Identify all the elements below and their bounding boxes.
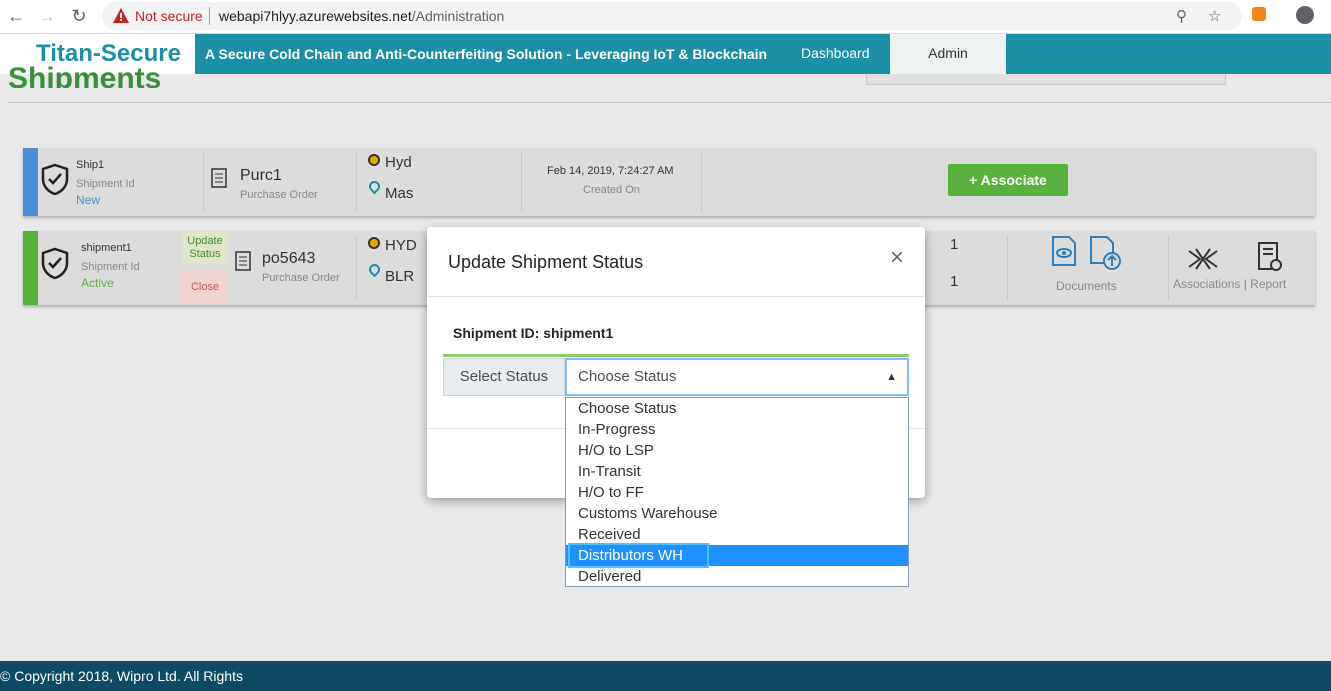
star-icon[interactable]: ☆ [1208, 7, 1221, 25]
associate-button[interactable]: + Associate [948, 164, 1068, 196]
status-select[interactable]: Choose Status ▲ [565, 358, 909, 396]
shield-icon [41, 247, 69, 279]
update-status-button[interactable]: Update Status [182, 232, 228, 264]
forward-icon[interactable]: → [37, 6, 57, 26]
divider [356, 235, 357, 301]
shipment-card: Ship1 Shipment Id New Purc1 Purchase Ord… [23, 148, 1315, 216]
status-option[interactable]: Customs Warehouse [566, 503, 908, 524]
documents-label: Documents [1056, 279, 1117, 293]
shield-icon [41, 163, 69, 195]
shipment-id-label: Shipment Id [76, 178, 135, 190]
divider [701, 152, 702, 212]
key-icon[interactable]: ⚲ [1176, 7, 1187, 25]
select-status-label: Select Status [443, 358, 565, 396]
status-bar [23, 148, 38, 216]
status-option[interactable]: Delivered [566, 566, 908, 587]
origin: HYD [385, 237, 417, 254]
divider [203, 152, 204, 212]
created-label: Created On [583, 184, 640, 196]
document-icon [211, 168, 227, 188]
shipment-id: shipment1 [81, 242, 132, 254]
status-option[interactable]: H/O to FF [566, 482, 908, 503]
origin-pin-icon [368, 237, 380, 249]
destination-pin-icon [366, 178, 383, 195]
focus-ring [568, 543, 709, 568]
upload-document-icon[interactable] [1088, 235, 1122, 271]
status-dropdown-list: Choose Status In-Progress H/O to LSP In-… [565, 397, 909, 587]
status-option[interactable]: In-Transit [566, 461, 908, 482]
status-badge: New [76, 193, 101, 207]
close-shipment-button[interactable]: Close [182, 270, 228, 304]
divider [1168, 235, 1169, 301]
status-badge: Active [81, 276, 114, 290]
modal-title: Update Shipment Status [448, 252, 644, 272]
select-arrows-icon: ▲ [886, 371, 897, 383]
nav-dashboard[interactable]: Dashboard [801, 45, 870, 61]
report-icon[interactable] [1256, 241, 1284, 273]
origin-pin-icon [368, 154, 380, 166]
purchase-order-label: Purchase Order [262, 272, 340, 284]
purchase-order: po5643 [262, 250, 316, 267]
destination-pin-icon [366, 261, 383, 278]
purchase-order: Purc1 [240, 167, 282, 184]
associations-report-label: Associations | Report [1173, 277, 1287, 291]
status-option-highlighted[interactable]: Distributors WH [566, 543, 908, 568]
shipment-id: Ship1 [76, 159, 105, 171]
divider [8, 102, 1331, 103]
status-option[interactable]: Choose Status [566, 398, 908, 419]
extension-icon[interactable] [1252, 7, 1266, 21]
address-bar[interactable]: Not secure webapi7hlyy.azurewebsites.net… [102, 2, 1242, 30]
nav-admin[interactable]: Admin [890, 34, 1006, 74]
associations-icon[interactable] [1186, 245, 1220, 273]
status-option[interactable]: Received [566, 524, 908, 545]
app-header: Titan-Secure A Secure Cold Chain and Ant… [0, 34, 1331, 74]
profile-icon[interactable] [1296, 6, 1314, 24]
back-icon[interactable]: ← [6, 6, 26, 26]
accent-line [443, 354, 909, 357]
count-value: 1 [950, 236, 959, 253]
created-date: Feb 14, 2019, 7:24:27 AM [547, 165, 674, 177]
copyright-text: © Copyright 2018, Wipro Ltd. All Rights [0, 668, 243, 684]
status-option[interactable]: In-Progress [566, 419, 908, 440]
status-bar [23, 231, 38, 305]
warning-icon [113, 8, 129, 23]
destination: BLR [385, 268, 415, 285]
page-title: Shipments [8, 62, 162, 88]
divider [1007, 235, 1008, 301]
url-path: /Administration [411, 8, 505, 24]
count-value: 1 [950, 273, 959, 290]
destination: Mas [385, 185, 414, 202]
status-select-value: Choose Status [578, 368, 677, 385]
footer: © Copyright 2018, Wipro Ltd. All Rights [0, 661, 1331, 691]
url-host: webapi7hlyy.azurewebsites.net [219, 8, 412, 24]
origin: Hyd [385, 154, 412, 171]
browser-toolbar: ← → ↻ Not secure webapi7hlyy.azurewebsit… [0, 0, 1331, 34]
view-document-icon[interactable] [1050, 235, 1078, 267]
reload-icon[interactable]: ↻ [69, 6, 89, 26]
divider [427, 296, 925, 297]
not-secure-label: Not secure [135, 8, 203, 24]
purchase-order-label: Purchase Order [240, 189, 318, 201]
divider [356, 152, 357, 212]
divider [521, 152, 522, 212]
search-box[interactable] [866, 74, 1226, 85]
shipment-id-label: Shipment Id [81, 261, 140, 273]
document-icon [235, 251, 251, 271]
status-option[interactable]: H/O to LSP [566, 440, 908, 461]
url-text: webapi7hlyy.azurewebsites.net/Administra… [219, 8, 504, 24]
tagline: A Secure Cold Chain and Anti-Counterfeit… [205, 46, 768, 62]
divider [209, 7, 210, 25]
close-icon[interactable]: × [890, 244, 904, 272]
shipment-id-text: Shipment ID: shipment1 [453, 325, 614, 341]
